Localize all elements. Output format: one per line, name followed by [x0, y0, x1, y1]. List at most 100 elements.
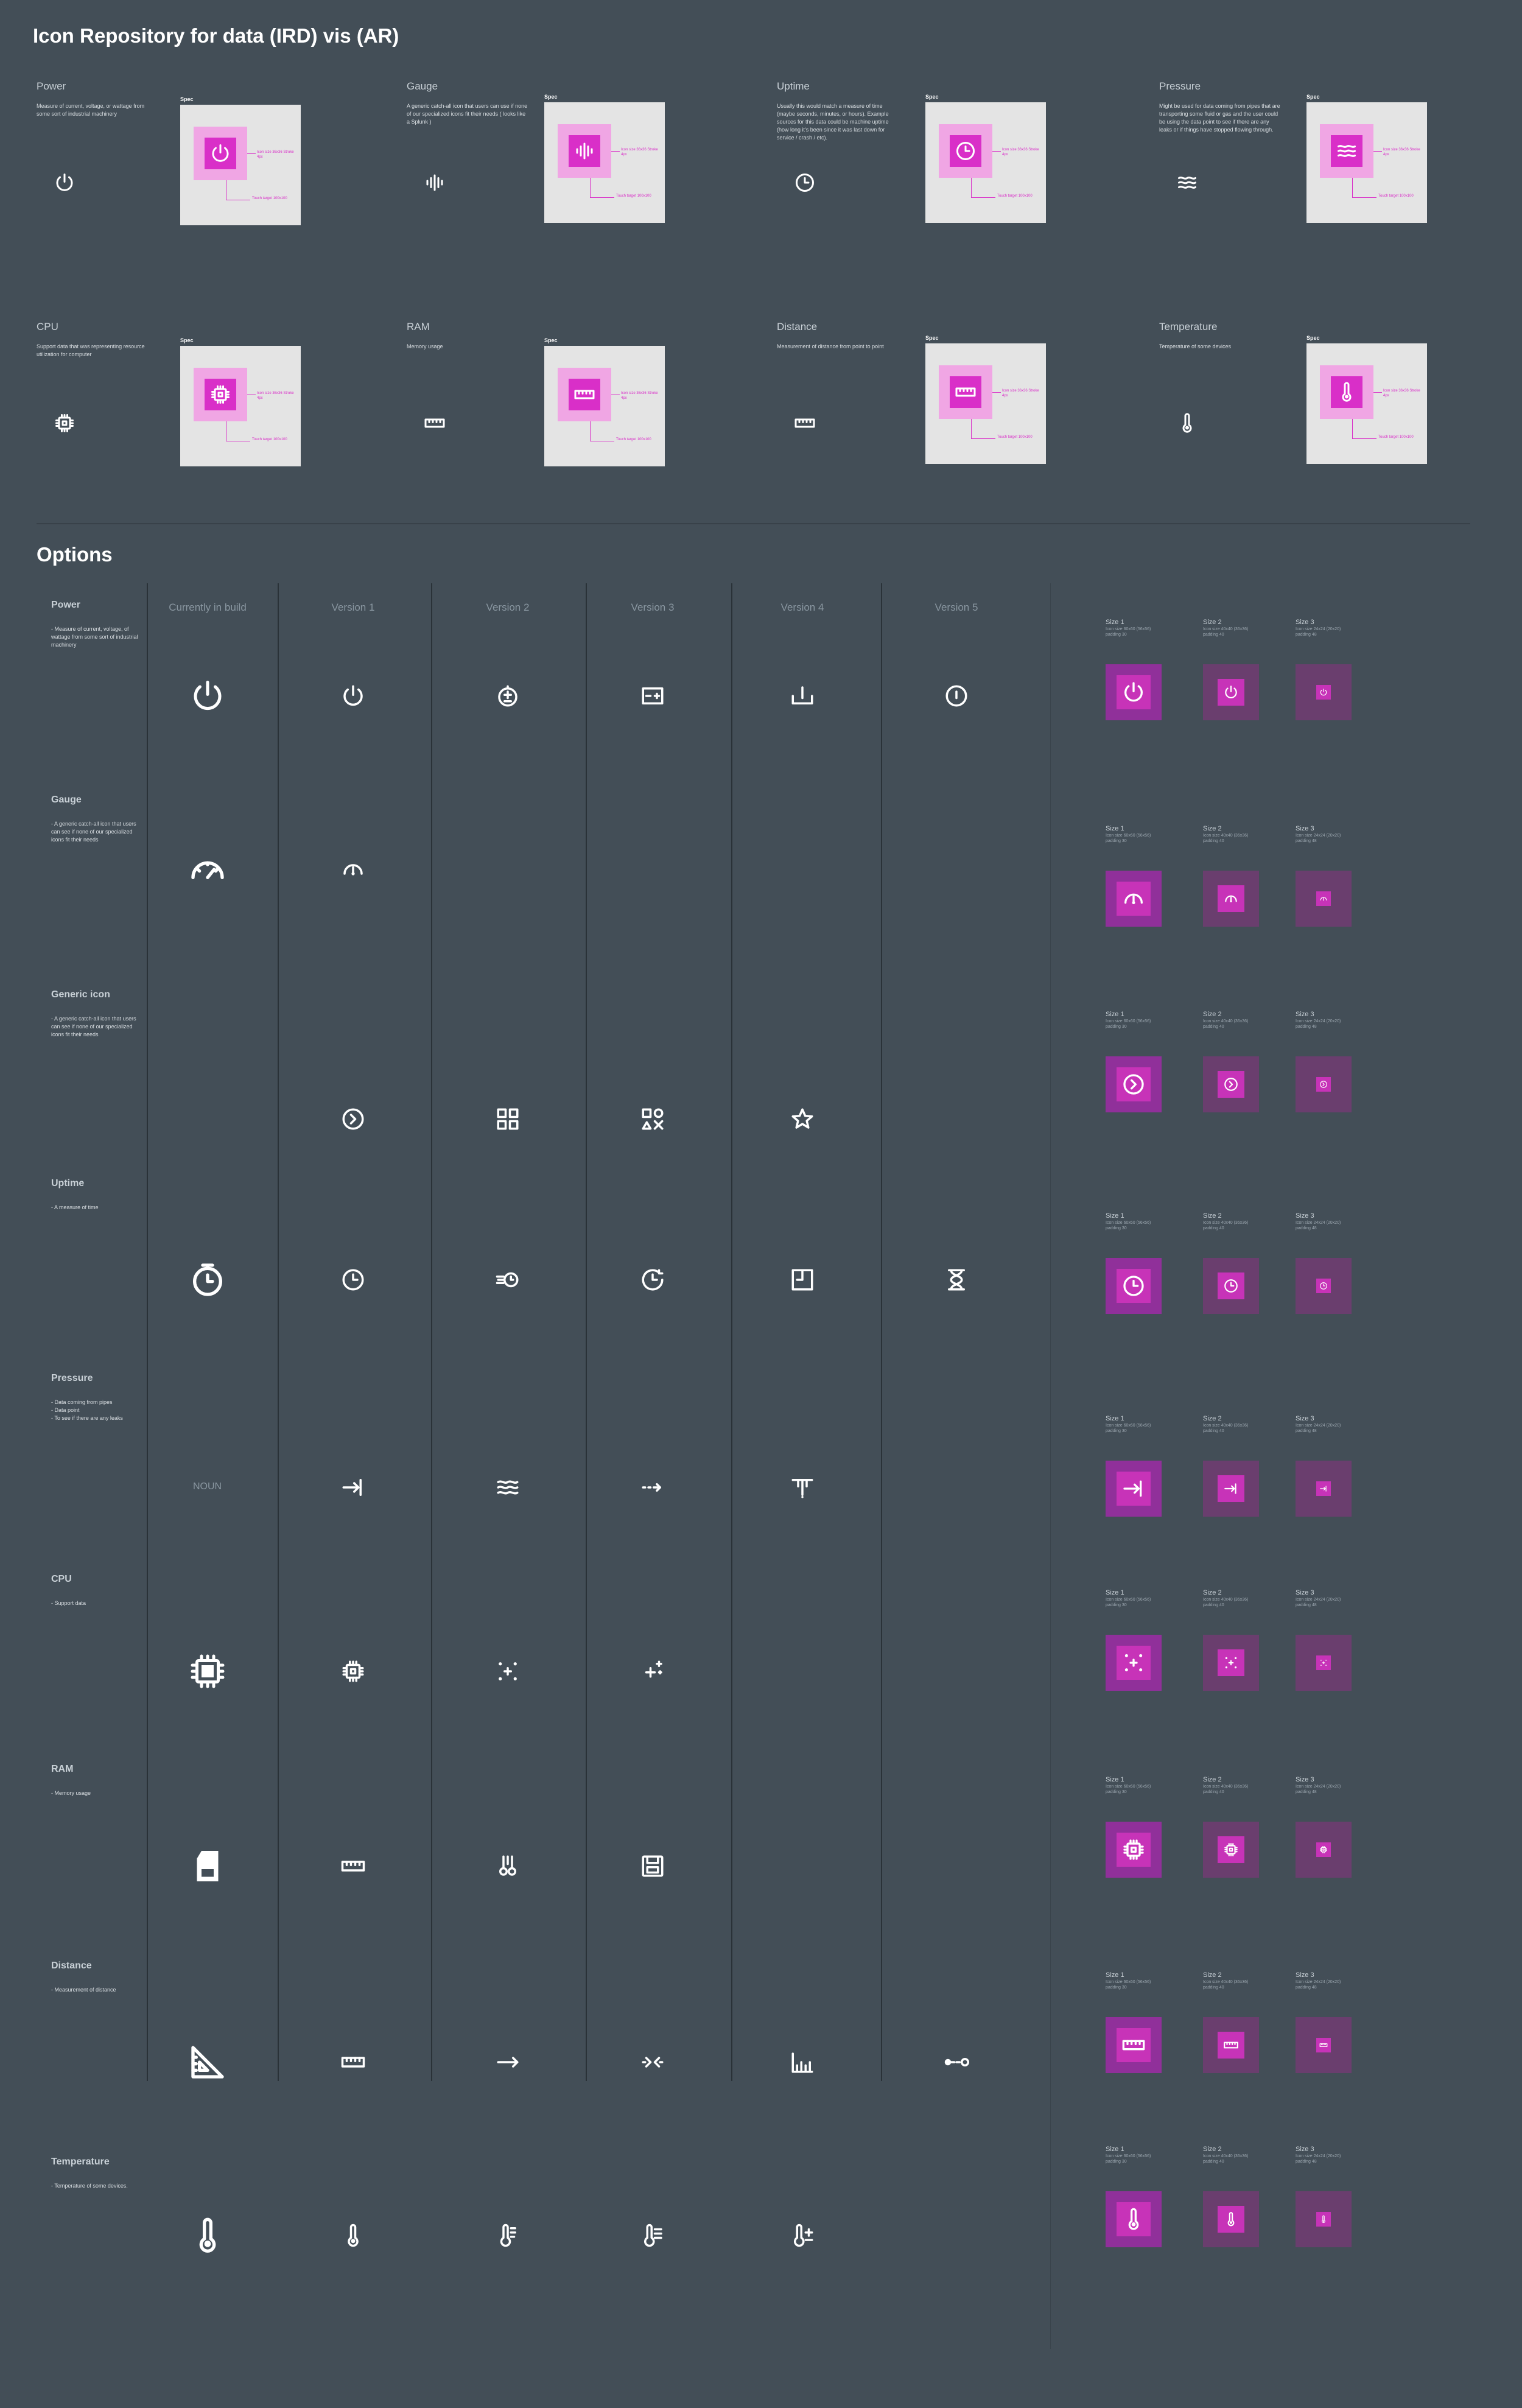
swatch-core [1218, 1649, 1244, 1676]
size-swatch[interactable] [1106, 1056, 1162, 1112]
option-bar-ruler-icon[interactable] [790, 2049, 815, 2075]
spec-padding-area [939, 124, 992, 178]
option-thermometer-plus-icon[interactable] [790, 2223, 815, 2248]
size-spec: Icon size 60x60 (56x56) padding 30 [1106, 1598, 1151, 1607]
option-stopwatch-icon[interactable] [188, 1260, 227, 1299]
repo-thermometer-icon [1176, 412, 1198, 434]
option-hourglass-icon[interactable] [944, 1267, 969, 1293]
option-fast-clock-icon[interactable] [495, 1267, 521, 1293]
option-pipe-drip-icon[interactable] [790, 1475, 815, 1500]
size-spec: Icon size 24x24 (20x20) padding 48 [1296, 1423, 1341, 1433]
size-spec: Icon size 24x24 (20x20) padding 48 [1296, 1221, 1341, 1230]
option-power-icon[interactable] [189, 678, 226, 714]
row-title: Pressure [51, 1373, 93, 1383]
swatch-core [1117, 1269, 1151, 1303]
size-swatch[interactable] [1203, 1056, 1259, 1112]
swatch-cpu-icon [1223, 1842, 1239, 1858]
option-thermometer-icon[interactable] [340, 2223, 366, 2248]
size-swatch[interactable] [1203, 871, 1259, 927]
size-swatch[interactable] [1106, 664, 1162, 720]
option-sd-card-icon[interactable] [189, 1848, 226, 1884]
size-label: Size 3 [1296, 1589, 1314, 1596]
option-thermometer-icon[interactable] [188, 2216, 227, 2255]
option-floppy-icon[interactable] [640, 1853, 665, 1879]
option-chevron-circle-icon[interactable] [340, 1106, 366, 1132]
spec-touch-target-note: Touch target 100x100 [252, 197, 287, 200]
option-scatter-plus-icon[interactable] [495, 1659, 521, 1684]
swatch-clock-icon [1121, 1274, 1146, 1298]
option-square-clock-icon[interactable] [790, 1267, 815, 1293]
size-swatch[interactable] [1203, 1258, 1259, 1314]
option-arrow-into-line-icon[interactable] [340, 1475, 366, 1500]
option-info-circle-icon[interactable] [944, 683, 969, 709]
option-ram-icon[interactable] [340, 1853, 366, 1879]
size-swatch[interactable] [1106, 871, 1162, 927]
size-swatch[interactable] [1203, 2017, 1259, 2073]
column-header: Version 2 [486, 602, 530, 613]
row-title: CPU [51, 1574, 72, 1584]
size-swatch[interactable] [1203, 2191, 1259, 2247]
option-arrows-inward-icon[interactable] [640, 2049, 665, 2075]
option-gauge-icon[interactable] [188, 850, 227, 889]
size-swatch[interactable] [1203, 1461, 1259, 1517]
row-title: RAM [51, 1764, 74, 1774]
option-minus-plus-box-icon[interactable] [640, 683, 665, 709]
size-swatch[interactable] [1106, 1822, 1162, 1878]
option-pipes-icon[interactable] [495, 1853, 521, 1879]
size-swatch[interactable] [1296, 2191, 1352, 2247]
option-cpu-icon[interactable] [340, 1659, 366, 1684]
option-tray-icon[interactable] [790, 683, 815, 709]
size-spec: Icon size 24x24 (20x20) padding 48 [1296, 2154, 1341, 2164]
size-label: Size 1 [1106, 1415, 1124, 1422]
option-point-to-point-icon[interactable] [944, 2049, 969, 2075]
size-swatch[interactable] [1296, 1258, 1352, 1314]
option-dotted-arrow-icon[interactable] [640, 1475, 665, 1500]
size-spec: Icon size 60x60 (56x56) padding 30 [1106, 1221, 1151, 1230]
size-swatch[interactable] [1296, 1635, 1352, 1691]
size-swatch[interactable] [1203, 1635, 1259, 1691]
swatch-gauge-drop-icon [1121, 886, 1146, 911]
size-swatch[interactable] [1106, 1461, 1162, 1517]
repo-card-description: Measure of current, voltage, or wattage … [37, 103, 145, 117]
size-swatch[interactable] [1203, 1822, 1259, 1878]
spec-callout-line [971, 197, 995, 198]
option-cpu-filled-icon[interactable] [189, 1653, 226, 1690]
option-ruler-icon[interactable] [340, 2049, 366, 2075]
swatch-chevron-circle-icon [1223, 1076, 1239, 1092]
size-swatch[interactable] [1296, 1822, 1352, 1878]
size-label: Size 1 [1106, 1011, 1124, 1018]
row-title: Distance [51, 1960, 92, 1971]
option-sparkle-plus-icon[interactable] [640, 1659, 665, 1684]
row-description: - A generic catch-all icon that users ca… [51, 821, 136, 843]
size-swatch[interactable] [1106, 2017, 1162, 2073]
size-swatch[interactable] [1296, 1056, 1352, 1112]
option-set-square-icon[interactable] [188, 2043, 227, 2082]
option-thermometer-lines-icon[interactable] [640, 2223, 665, 2248]
swatch-core [1218, 2032, 1244, 2059]
size-swatch[interactable] [1203, 664, 1259, 720]
size-swatch[interactable] [1296, 1461, 1352, 1517]
column-header: Version 1 [331, 602, 375, 613]
size-swatch[interactable] [1296, 2017, 1352, 2073]
size-swatch[interactable] [1106, 1635, 1162, 1691]
option-grid-four-icon[interactable] [495, 1106, 521, 1132]
option-star-icon[interactable] [790, 1106, 815, 1132]
spec-callout-line [1352, 178, 1353, 197]
repo-gauge-wave-icon [424, 172, 446, 194]
size-label: Size 1 [1106, 1212, 1124, 1220]
option-gauge-drop-icon[interactable] [340, 857, 366, 882]
option-clock-refresh-icon[interactable] [640, 1267, 665, 1293]
size-swatch[interactable] [1106, 1258, 1162, 1314]
column-header: Version 5 [935, 602, 978, 613]
size-swatch[interactable] [1296, 871, 1352, 927]
option-waves-icon[interactable] [495, 1475, 521, 1500]
option-battery-plus-minus-icon[interactable] [495, 683, 521, 709]
option-clock-icon[interactable] [340, 1267, 366, 1293]
size-spec: Icon size 24x24 (20x20) padding 48 [1296, 834, 1341, 843]
size-swatch[interactable] [1296, 664, 1352, 720]
option-power-icon[interactable] [340, 683, 366, 709]
option-shapes-icon[interactable] [640, 1106, 665, 1132]
size-swatch[interactable] [1106, 2191, 1162, 2247]
option-arrow-right-icon[interactable] [495, 2049, 521, 2075]
option-thermometer-ticks-icon[interactable] [495, 2223, 521, 2248]
